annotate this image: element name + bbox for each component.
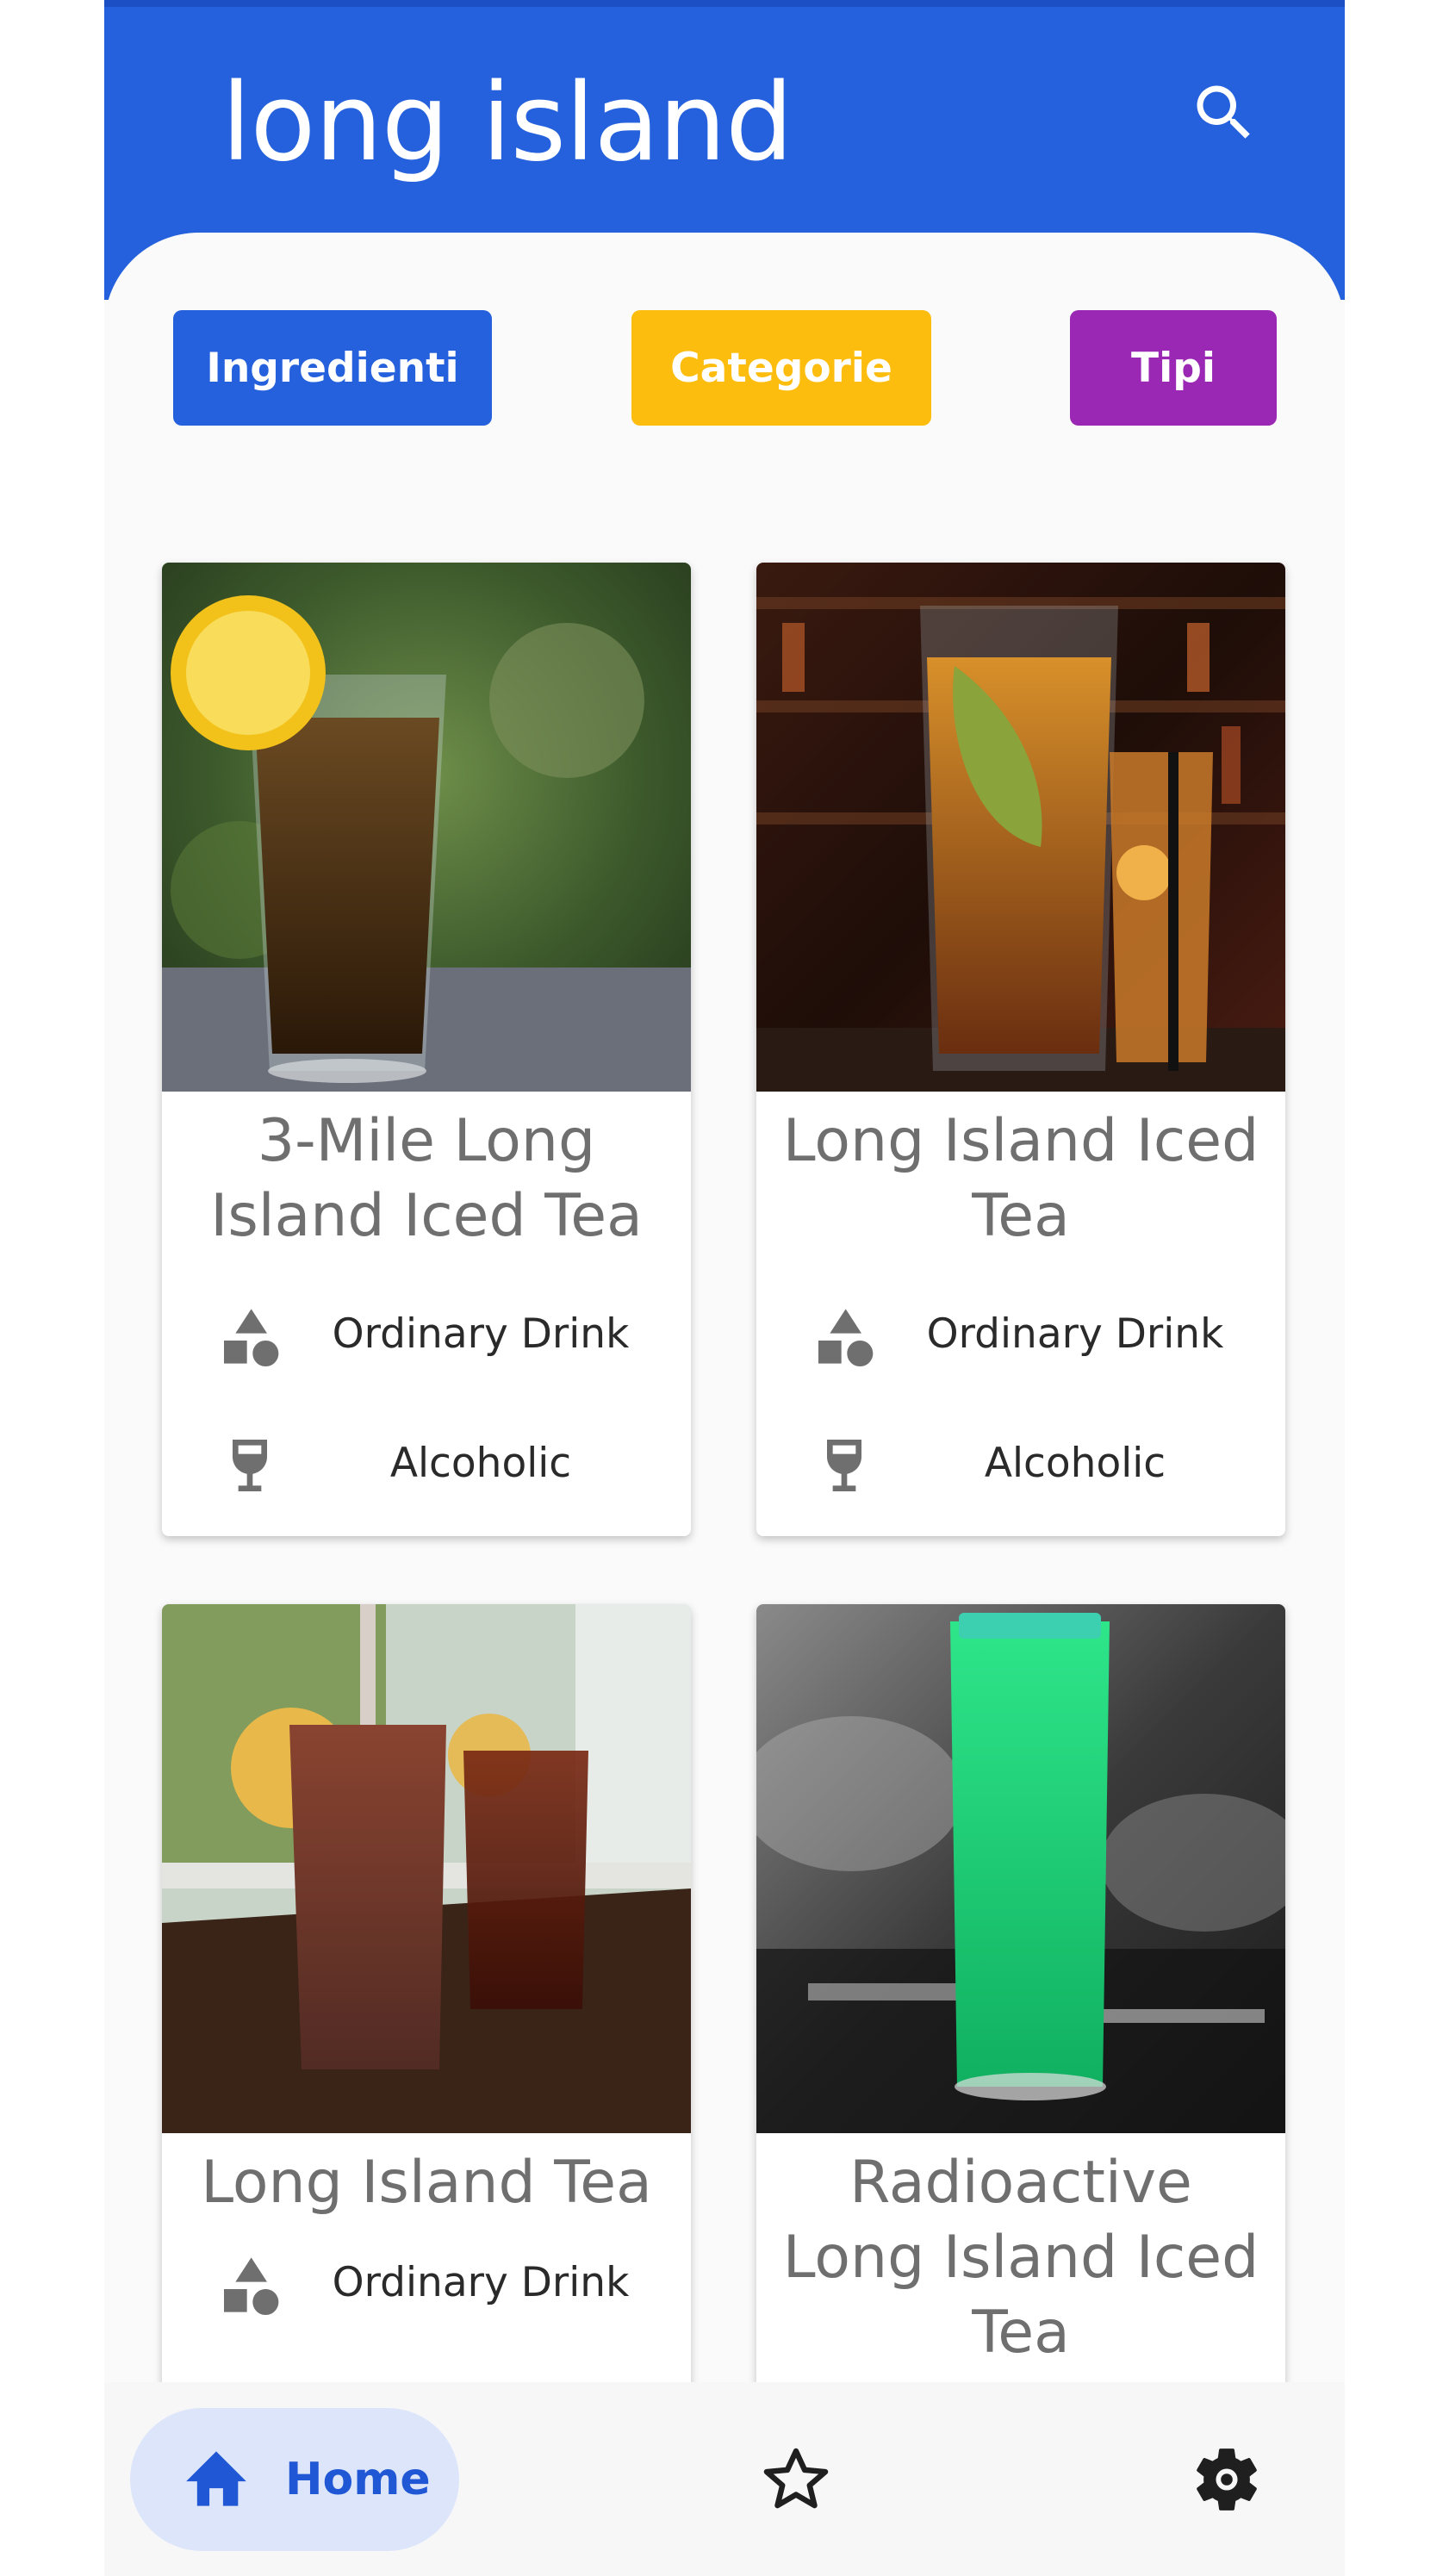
star-outline-icon <box>763 2448 829 2509</box>
type-label: Alcoholic <box>389 1440 572 1487</box>
categorie-filter-button[interactable]: Categorie <box>631 310 931 426</box>
category-label: Ordinary Drink <box>332 1310 630 1358</box>
drink-photo <box>756 563 1285 1092</box>
page-title: long island <box>221 61 793 185</box>
bottom-navigation: Home <box>104 2382 1345 2576</box>
gear-icon <box>1197 2448 1257 2511</box>
drink-name: Long Island Tea <box>201 2149 652 2217</box>
drink-photo <box>756 1604 1285 2133</box>
category-row: Ordinary Drink <box>162 1295 691 1372</box>
category-row: Ordinary Drink <box>756 1295 1285 1372</box>
shapes-icon <box>818 1309 874 1366</box>
status-strip <box>104 0 1345 7</box>
drink-grid: 3-Mile Long Island Iced Tea Ordinary Dri… <box>104 504 1345 2382</box>
drink-card[interactable]: 3-Mile Long Island Iced Tea Ordinary Dri… <box>162 563 691 1536</box>
nav-home-label: Home <box>285 2454 431 2505</box>
nav-favorites-button[interactable] <box>759 2442 833 2517</box>
search-icon <box>1197 85 1250 139</box>
filter-panel: Ingredienti Categorie Tipi <box>104 233 1345 504</box>
category-label: Ordinary Drink <box>332 2259 630 2306</box>
app-screen: long island Ingredienti Categorie Tipi 3… <box>104 0 1345 2576</box>
ingredienti-filter-button[interactable]: Ingredienti <box>173 310 492 426</box>
search-button[interactable] <box>1160 48 1289 177</box>
type-row: Alcoholic <box>756 1424 1285 1502</box>
drink-photo <box>162 563 691 1092</box>
nav-settings-button[interactable] <box>1190 2442 1264 2517</box>
wine-glass-icon <box>233 1440 267 1491</box>
type-label: Alcoholic <box>984 1440 1166 1487</box>
category-row: Ordinary Drink <box>162 2243 691 2321</box>
drink-name: Radioactive Long Island Iced Tea <box>782 2149 1259 2367</box>
shapes-icon <box>224 1309 279 1366</box>
drink-name: 3-Mile Long Island Iced Tea <box>210 1107 643 1250</box>
drink-photo <box>162 1604 691 2133</box>
type-row: Alcoholic <box>162 1424 691 1502</box>
category-label: Ordinary Drink <box>926 1310 1224 1358</box>
wine-glass-icon <box>827 1440 861 1491</box>
drink-card[interactable]: Long Island Tea Ordinary Drink <box>162 1604 691 2382</box>
drink-name: Long Island Iced Tea <box>782 1107 1259 1250</box>
shapes-icon <box>224 2257 279 2315</box>
drink-card[interactable]: Long Island Iced Tea Ordinary Drink Alco… <box>756 563 1285 1536</box>
tipi-filter-button[interactable]: Tipi <box>1070 310 1277 426</box>
drink-card[interactable]: Radioactive Long Island Iced Tea <box>756 1604 1285 2382</box>
nav-home-button[interactable]: Home <box>130 2408 459 2551</box>
home-icon <box>186 2451 246 2506</box>
